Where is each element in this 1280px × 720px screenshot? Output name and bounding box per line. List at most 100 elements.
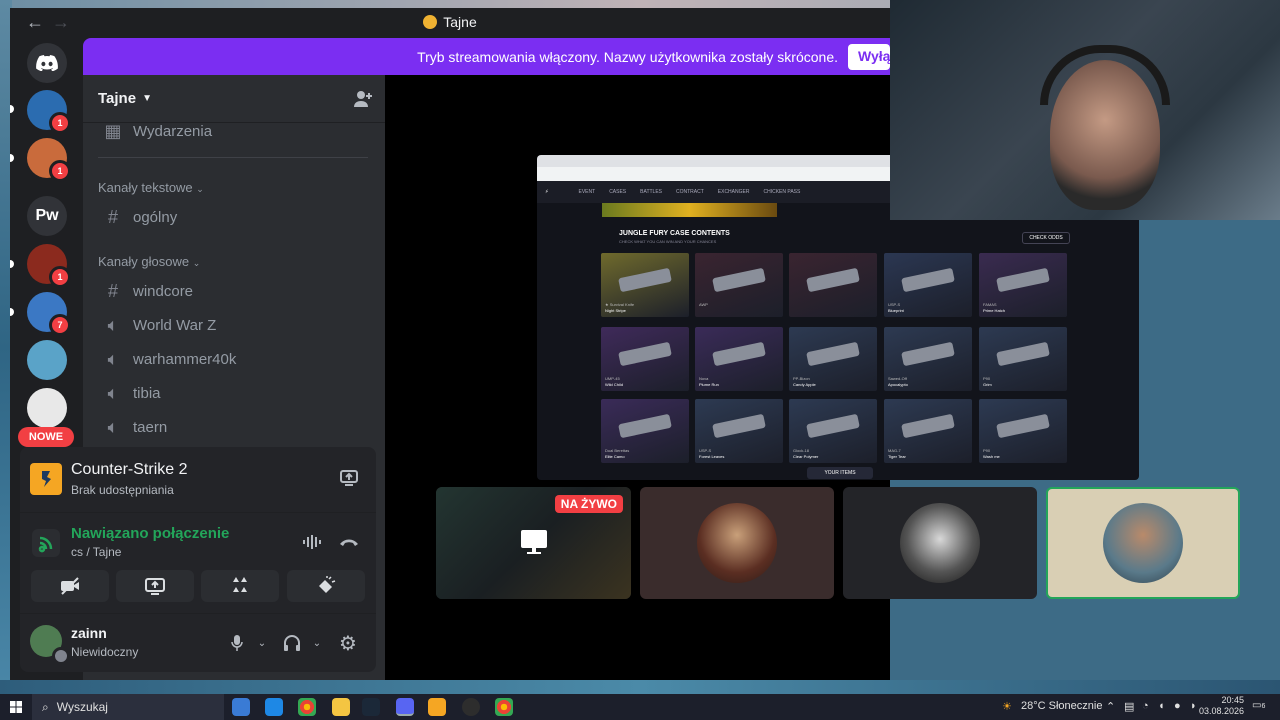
new-servers-pill[interactable]: NOWE [18,427,74,447]
signal-icon[interactable] [32,529,60,557]
channel-label: World War Z [133,316,217,334]
category-voice-channels[interactable]: Kanały głosowe ⌄ [98,254,200,269]
file-explorer-icon[interactable] [332,698,350,716]
discord-home-button[interactable] [27,43,67,83]
weapon-icon [901,413,955,439]
skin-weapon: AWP [699,302,708,307]
skin-weapon: Dual Berettas [605,448,630,453]
skin-finish: Apocalypto [888,382,908,387]
server-icon-2[interactable]: 1 [27,138,71,182]
channel-warhammer40k[interactable]: 🔈︎ warhammer40k [91,342,371,376]
taskbar-search[interactable]: ⌕ Wyszukaj [32,694,224,720]
disconnect-icon[interactable] [338,535,360,549]
headphones-icon[interactable] [280,631,304,655]
search-placeholder: Wyszukaj [56,700,108,714]
channel-tibia[interactable]: 🔈︎ tibia [91,376,371,410]
chrome-icon[interactable] [298,698,316,716]
skin-card: Nova Plume Run [695,327,783,391]
skin-card: P90 Wash me [979,399,1067,463]
skin-weapon: USP-S [888,302,901,307]
gear-icon[interactable]: ⚙ [336,631,360,655]
camera-off-button[interactable] [31,570,109,602]
noise-suppression-icon[interactable] [302,533,322,551]
connection-channel[interactable]: cs / Tajne [71,545,121,559]
notifications-icon[interactable]: ▭6 [1252,700,1265,711]
events-item[interactable]: ▦ Wydarzenia [91,114,371,148]
speaker-tray-icon[interactable]: ◗ [1190,700,1197,712]
server-icon-5[interactable]: 7 [27,292,71,336]
user-status[interactable]: Niewidoczny [71,645,138,659]
category-text-channels[interactable]: Kanały tekstowe ⌄ [98,180,204,195]
mic-options-chevron-icon[interactable]: ⌄ [250,631,274,655]
skin-finish: Clear Polymer [793,454,819,459]
participant-tile[interactable] [640,487,834,599]
events-label: Wydarzenia [133,122,213,140]
weather-icon: ☀ [1002,701,1012,713]
skin-card: USP-S Blueprint [884,253,972,317]
skin-card [789,253,877,317]
notification-count: 6 [1261,703,1266,710]
weather-text[interactable]: 28°C Słonecznie [1021,700,1102,712]
weapon-icon [618,267,672,293]
username[interactable]: zainn [71,625,107,641]
clock[interactable]: 20:45 03.08.2026 [1199,695,1244,717]
weapon-icon [712,341,766,367]
microphone-icon[interactable] [225,631,249,655]
steam-icon[interactable] [362,698,380,716]
discord-taskbar-icon[interactable] [396,698,414,716]
network-icon[interactable]: ▤ [1124,700,1134,713]
skin-finish: Wild Child [605,382,624,387]
soundboard-button[interactable] [287,570,365,602]
wifi-icon[interactable]: ◔ [1142,700,1149,712]
channel-windcore[interactable]: # windcore [91,274,371,308]
skin-weapon: PP-Bizon [793,376,810,381]
weapon-icon [806,341,860,367]
server-icon-4[interactable]: 1 [27,244,71,288]
window-title: Tajne [10,14,890,30]
activities-button[interactable] [201,570,279,602]
unread-pip [10,105,14,113]
disable-streamer-mode-button[interactable]: Wyłącz [848,43,890,70]
audio-options-chevron-icon[interactable]: ⌄ [305,631,329,655]
volume-icon[interactable]: ◖ [1158,700,1165,712]
tray-chevron-icon[interactable]: ⌃ [1106,700,1115,713]
nav-item: CASES [609,189,627,195]
speaker-icon: 🔈︎ [107,314,119,335]
participant-tile-speaking[interactable] [1046,487,1240,599]
server-icon-pw[interactable]: Pw [27,196,67,236]
share-screen-button[interactable] [116,570,194,602]
chrome-icon[interactable] [495,698,513,716]
server-icon-7[interactable] [27,388,67,428]
camera-off-icon [61,577,79,595]
server-icon-1[interactable]: 1 [27,90,71,134]
unread-pip [10,308,14,316]
stream-game-icon[interactable] [340,469,358,487]
obs-icon[interactable] [462,698,480,716]
task-view-icon[interactable] [232,698,250,716]
hash-icon: # [107,280,118,301]
skin-weapon: Glock-18 [793,448,810,453]
counter-strike-taskbar-icon[interactable] [428,698,446,716]
case-title: JUNGLE FURY CASE CONTENTS [619,230,730,237]
server-emoji-icon [423,15,438,29]
invite-people-icon[interactable] [353,89,373,109]
stream-tile[interactable]: NA ŻYWO [436,487,631,599]
windows-start-icon[interactable] [10,701,22,713]
connection-status[interactable]: Nawiązano połączenie [71,525,229,542]
your-items-button: YOUR ITEMS [807,467,873,479]
microphone-tray-icon[interactable]: ● [1174,700,1181,712]
skin-weapon: Nova [699,376,709,381]
channel-label: ogólny [133,208,178,226]
share-screen-icon [145,578,165,595]
weapon-icon [806,413,860,439]
channel-world-war-z[interactable]: 🔈︎ World War Z [91,308,371,342]
server-icon-6[interactable] [27,340,67,380]
speaker-icon: 🔈︎ [107,416,119,437]
skin-card: PP-Bizon Candy Apple [789,327,877,391]
mail-icon[interactable] [265,698,283,716]
channel-label: taern [133,418,168,436]
skin-card: ★ Survival Knife Night Stripe [601,253,689,317]
channel-taern[interactable]: 🔈︎ taern [91,410,371,444]
participant-tile[interactable] [843,487,1037,599]
channel-ogolny[interactable]: # ogólny [91,200,371,234]
